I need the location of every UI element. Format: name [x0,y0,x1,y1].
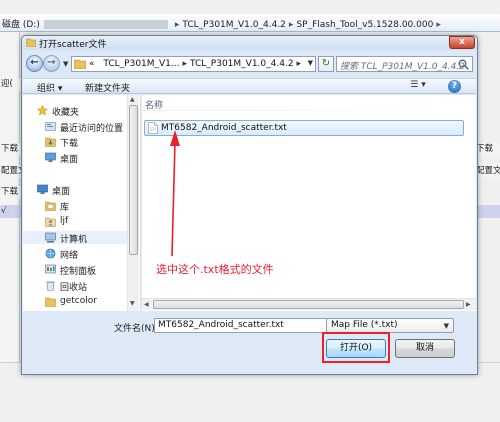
breadcrumb-item[interactable]: TCL_P301M_V1... [103,59,179,69]
command-bar: 组织 ▾ 新建文件夹 ☰ ▾ ? [23,78,476,94]
breadcrumb-item[interactable]: TCL_P301M_V1.0_4.4.2 [190,59,294,69]
background-path: 磁盘 (D:) ▸ TCL_P301M_V1.0_4.4.2 ▸ SP_Flash_To… [2,20,441,30]
file-item[interactable]: MT6582_Android_scatter.txt [144,120,464,136]
background-checkmark: √ [1,206,7,216]
new-folder-button[interactable]: 新建文件夹 [85,81,130,94]
search-icon[interactable] [458,59,469,70]
file-type-value: Map File (*.txt) [331,320,398,330]
navigation-bar: ← → ▼ « TCL_P301M_V1... ▸ TCL_P301M_V1.0_4… [26,54,473,74]
user-icon [45,217,56,227]
sidebar-item-label: 库 [60,203,70,213]
background-label: 下载 [0,186,22,199]
filename-label: 文件名(N): [114,324,158,334]
breadcrumb-overflow[interactable]: « [89,59,95,69]
sidebar-item-label: 控制面板 [60,267,97,277]
help-button[interactable]: ? [448,80,461,93]
filename-input[interactable]: MT6582_Android_scatter.txt ▼ [154,318,336,333]
folder-icon [26,38,36,47]
background-blurred-path [43,20,168,29]
views-button[interactable]: ☰ ▾ [406,80,430,93]
recycle-bin-icon [46,281,55,291]
scroll-left-icon[interactable]: ◀ [144,301,149,308]
background-label: 迎( [0,78,22,91]
column-divider [142,110,476,111]
background-label: 下载 [0,143,22,156]
filename-value: MT6582_Android_scatter.txt [158,320,284,330]
background-label: 下载 [476,143,500,156]
sidebar-item-computer[interactable]: 计算机 [23,231,127,245]
sidebar-item-label: 下载 [60,139,79,149]
sidebar-item-label: 桌面 [52,187,71,197]
background-crumb: SP_Flash_Tool_v5.1528.00.000 [296,20,434,30]
address-bar[interactable]: « TCL_P301M_V1... ▸ TCL_P301M_V1.0_4.4.2 ▸ … [71,56,316,72]
sidebar-item-label: 回收站 [60,283,88,293]
sidebar-item-label: 桌面 [60,155,79,165]
download-folder-icon [45,137,56,147]
background-crumb: TCL_P301M_V1.0_4.4.2 [182,20,286,30]
computer-icon [45,232,56,243]
scroll-down-icon[interactable]: ▼ [130,300,135,307]
file-list: 名称 MT6582_Android_scatter.txt ◀ ▶ [142,95,476,311]
open-button[interactable]: 打开(O) [326,339,386,358]
sidebar-item-label: 计算机 [60,235,88,245]
scroll-up-icon[interactable]: ▲ [130,96,135,103]
scrollbar-thumb[interactable] [129,105,138,255]
file-name: MT6582_Android_scatter.txt [161,123,287,133]
open-file-dialog: 打开scatter文件 x ← → ▼ « TCL_P301M_V1... ▸ TC… [21,35,478,375]
scrollbar-thumb[interactable] [153,300,464,309]
text-file-icon [148,122,158,134]
chevron-down-icon[interactable]: ▼ [308,59,313,67]
forward-button[interactable]: → [43,55,60,72]
sidebar-item-label: 最近访问的位置 [60,124,124,134]
cancel-button[interactable]: 取消 [395,339,455,358]
sidebar-scrollbar[interactable]: ▲ ▼ [127,95,139,311]
navigation-pane: 收藏夹 最近访问的位置 下载 桌面 桌面 库 ljf 计算机 网络 控制面板 回… [23,95,141,311]
dialog-titlebar[interactable]: 打开scatter文件 x [22,36,477,50]
recent-places-icon [45,122,56,131]
background-drive: 磁盘 (D:) [2,20,40,30]
library-icon [45,201,56,211]
network-icon [45,248,56,259]
scroll-right-icon[interactable]: ▶ [466,301,471,308]
sidebar-item-label: 收藏夹 [52,108,80,118]
back-button[interactable]: ← [26,55,43,72]
breadcrumb: « TCL_P301M_V1... ▸ TCL_P301M_V1.0_4.4.2 ▸ [89,59,302,69]
desktop-icon [37,184,48,194]
folder-icon [74,59,86,69]
dialog-title: 打开scatter文件 [39,40,107,50]
desktop-icon [45,152,56,162]
control-panel-icon [45,264,56,274]
background-label: 配置文 [476,165,500,178]
background-address-bar: 磁盘 (D:) ▸ TCL_P301M_V1.0_4.4.2 ▸ SP_Flash_To… [0,14,500,32]
sidebar-item-label: ljf [60,216,69,226]
close-button[interactable]: x [449,36,475,49]
sidebar-item-label: 网络 [60,251,79,261]
star-icon [37,105,48,116]
chevron-down-icon[interactable]: ▼ [444,322,449,330]
chevron-down-icon[interactable]: ▼ [63,60,68,68]
annotation-text: 选中这个.txt格式的文件 [156,263,274,276]
search-input[interactable]: 搜索 TCL_P301M_V1.0_4.4.2 [336,56,473,72]
search-placeholder: 搜索 TCL_P301M_V1.0_4.4.2 [340,62,465,72]
background-selected-row [476,205,500,218]
file-type-select[interactable]: Map File (*.txt) ▼ [326,318,454,333]
organize-button[interactable]: 组织 ▾ [37,81,62,94]
sidebar-item-label: getcolor [60,296,97,306]
background-label: 配置文 [0,165,22,178]
folder-icon [45,297,56,307]
file-list-scrollbar[interactable]: ◀ ▶ [142,298,476,310]
refresh-button[interactable]: ↻ [318,56,334,72]
